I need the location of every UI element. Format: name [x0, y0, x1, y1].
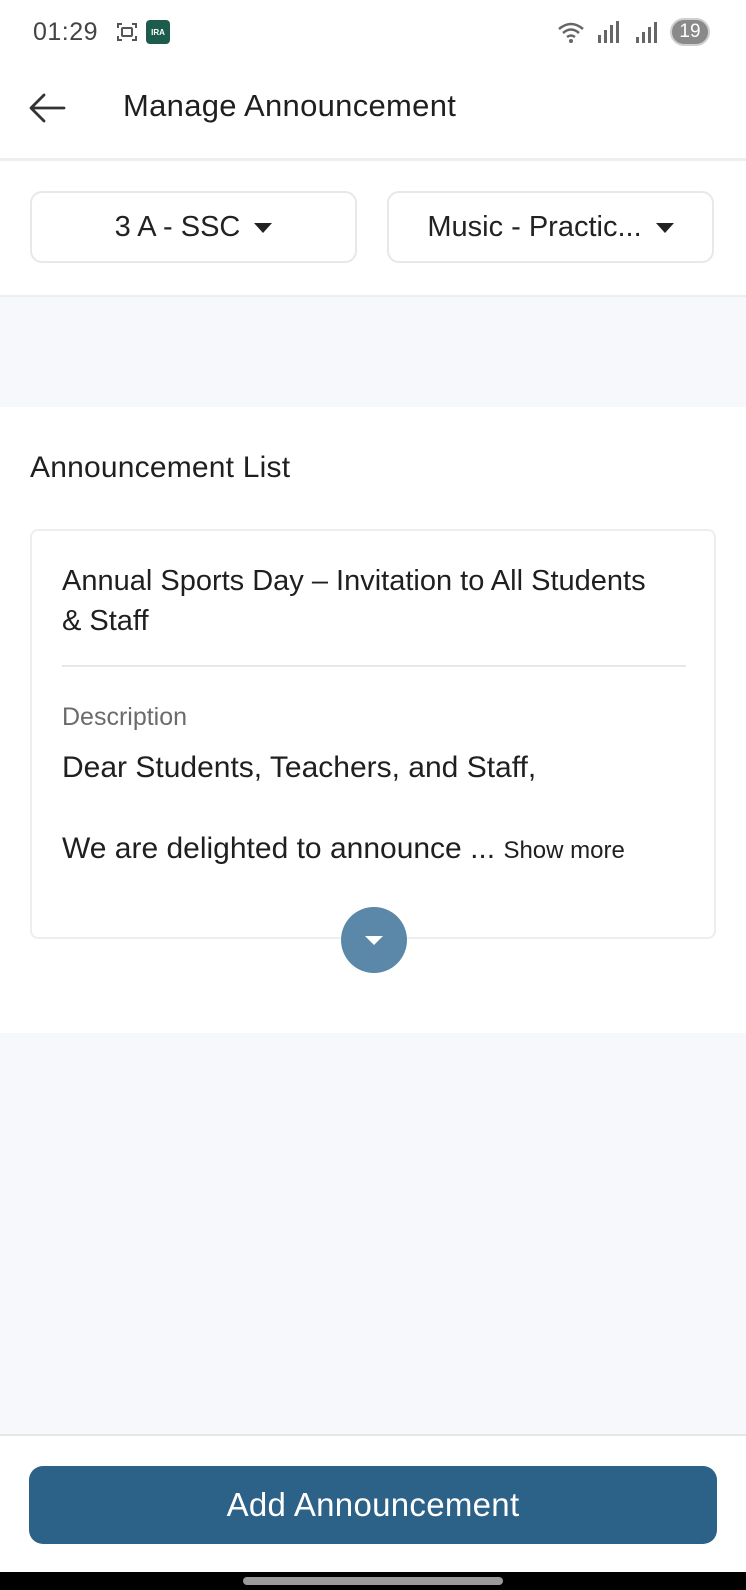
footer: Add Announcement [0, 1434, 746, 1574]
status-time: 01:29 [33, 18, 99, 46]
caret-down-icon [254, 223, 273, 233]
status-left-icons: IRA [116, 20, 170, 44]
empty-area [0, 1033, 746, 1434]
subject-dropdown-value: Music - Practic... [427, 210, 642, 243]
screenshot-icon [117, 23, 137, 41]
battery-level: 19 [679, 21, 701, 42]
section-title: Announcement List [30, 451, 291, 484]
arrow-left-icon[interactable] [26, 86, 70, 130]
signal-icon [636, 22, 657, 43]
announcement-card[interactable]: Annual Sports Day – Invitation to All St… [30, 529, 716, 973]
class-dropdown-value: 3 A - SSC [114, 210, 241, 243]
expand-button[interactable] [341, 907, 407, 973]
status-right-icons: 19 [556, 18, 710, 46]
page-title: Manage Announcement [123, 88, 457, 123]
subject-dropdown[interactable]: Music - Practic... [387, 191, 714, 263]
signal-icon [598, 21, 619, 43]
class-dropdown[interactable]: 3 A - SSC [30, 191, 357, 263]
battery-icon: 19 [670, 18, 710, 46]
announcement-title: Annual Sports Day – Invitation to All St… [62, 565, 646, 637]
wifi-icon [558, 22, 584, 43]
add-announcement-button[interactable]: Add Announcement [29, 1466, 717, 1544]
filters-bar: 3 A - SSC Music - Practic... [0, 161, 746, 297]
description-label: Description [62, 703, 188, 731]
description-line: Dear Students, Teachers, and Staff, [62, 751, 537, 784]
home-handle[interactable] [243, 1577, 503, 1585]
show-more-link[interactable]: Show more [503, 837, 624, 864]
app-icon-label: IRA [151, 27, 165, 37]
status-bar: 01:29 IRA 19 [0, 0, 746, 66]
chevron-down-icon [365, 935, 383, 945]
description-text: We are delighted to announce ... [62, 832, 496, 865]
system-nav-bar [0, 1572, 746, 1590]
description-line: We are delighted to announce ... Show mo… [62, 831, 682, 869]
app-header: Manage Announcement [0, 66, 746, 161]
spacer-band [0, 297, 746, 407]
card-divider [62, 665, 686, 667]
announcement-list-section: Announcement List Annual Sports Day – In… [0, 407, 746, 1033]
caret-down-icon [655, 223, 674, 233]
app-icon: IRA [146, 20, 170, 44]
